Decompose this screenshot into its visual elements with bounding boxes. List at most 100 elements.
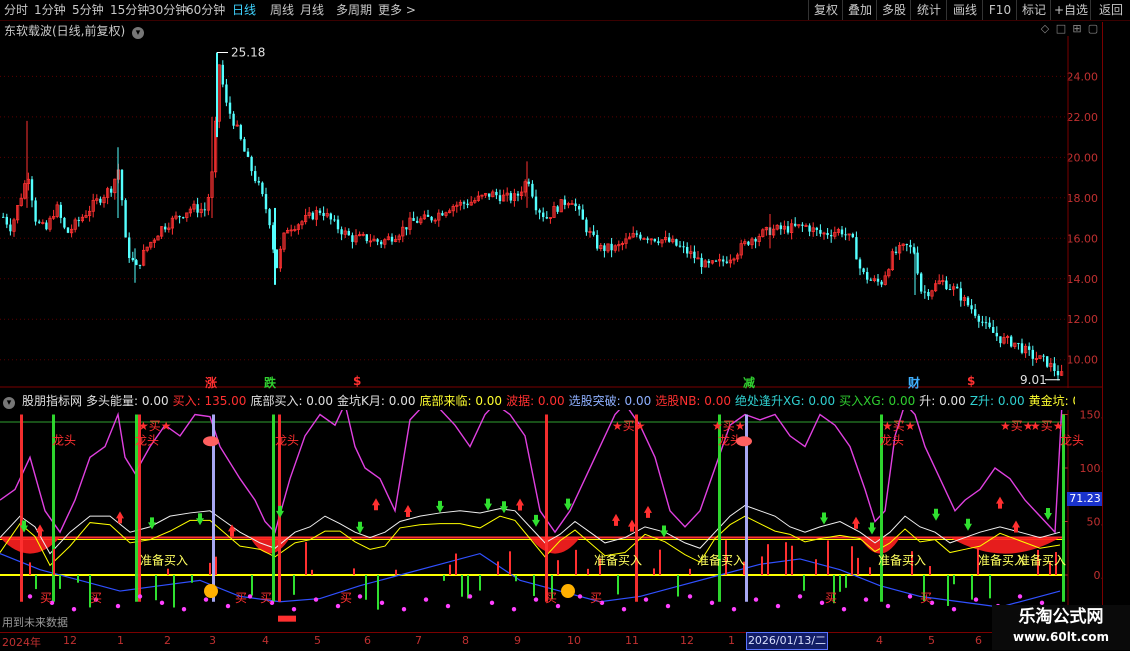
magenta-dot — [379, 600, 385, 606]
indicator-name[interactable]: 股朋指标网 — [22, 394, 82, 408]
magenta-dot — [863, 597, 869, 602]
high-price-label: 25.18 — [231, 46, 265, 60]
candle-body — [261, 182, 264, 195]
right-side-panel[interactable] — [1102, 22, 1130, 632]
ready-buy-label: 准备买入 — [1018, 553, 1066, 567]
volume-bar — [377, 575, 379, 610]
period-tab[interactable]: 5分钟 — [72, 2, 104, 18]
period-tab[interactable]: 60分钟 — [186, 2, 225, 18]
event-marker[interactable]: $ — [967, 374, 975, 388]
dragon-label: 龙头 — [135, 433, 159, 447]
toolbar-button[interactable]: 叠加 — [842, 0, 877, 20]
candle-body — [880, 281, 883, 285]
candle-body — [257, 181, 260, 183]
event-marker[interactable]: 减 — [743, 374, 755, 391]
date-tick: 6 — [364, 634, 371, 647]
volume-bar — [869, 567, 871, 575]
toolbar-button[interactable]: 画线 — [946, 0, 983, 20]
indicator-header: ▾ 股朋指标网 多头能量: 0.00 买入: 135.00 底部买入: 0.00 金坑K月… — [0, 393, 1075, 409]
candle-body — [794, 223, 797, 226]
date-tick: 5 — [314, 634, 321, 647]
toolbar-button[interactable]: +自选 — [1050, 0, 1091, 20]
candle-body — [714, 260, 718, 262]
candle-body — [966, 297, 970, 306]
maximize-icon[interactable]: ▢ — [1086, 22, 1100, 36]
candle-body — [678, 245, 682, 247]
event-marker[interactable]: $ — [353, 374, 361, 388]
period-tab[interactable]: 月线 — [300, 2, 324, 18]
period-tab[interactable]: 分时 — [4, 2, 28, 18]
period-tab[interactable]: 周线 — [270, 2, 294, 18]
candle-body — [441, 213, 444, 216]
candle-body — [254, 171, 257, 182]
indicator-chart[interactable]: 150.00 100.00 50.00 0.00 准备买入 准备买入 准备买入 准备买入 准备买… — [0, 410, 1102, 632]
candle-body — [909, 244, 912, 248]
date-tick: 8 — [462, 634, 469, 647]
volume-bar — [311, 569, 313, 575]
chevron-down-icon[interactable]: ▾ — [3, 397, 15, 409]
candle-body — [178, 215, 181, 218]
period-tab[interactable]: 30分钟 — [148, 2, 187, 18]
star-buy-label: ★买★ — [712, 419, 746, 433]
event-marker[interactable]: 跌 — [264, 374, 276, 391]
toolbar-button[interactable]: 多股 — [876, 0, 911, 20]
event-marker[interactable]: 涨 — [205, 374, 217, 391]
period-tab[interactable]: 更多 > — [378, 2, 416, 18]
period-tab[interactable]: 1分钟 — [34, 2, 66, 18]
period-tab[interactable]: 15分钟 — [110, 2, 149, 18]
volume-bar — [209, 562, 211, 575]
candle-body — [988, 322, 991, 327]
period-tab[interactable]: 日线 — [232, 2, 256, 18]
volume-bar — [533, 575, 535, 596]
window-icon[interactable]: □ — [1054, 22, 1068, 36]
diamond-icon[interactable]: ◇ — [1038, 22, 1052, 36]
y-axis-label: 22.00 — [1067, 111, 1099, 124]
volume-bar — [293, 575, 295, 595]
candle-body — [876, 278, 880, 282]
volume-bar — [947, 575, 949, 606]
toolbar-button[interactable]: 复权 — [808, 0, 843, 20]
volume-bar — [677, 575, 679, 597]
candle-body — [786, 226, 790, 233]
down-arrow — [196, 513, 204, 526]
candle-body — [657, 241, 660, 243]
candle-body — [498, 195, 502, 202]
magenta-dot — [731, 607, 737, 612]
magenta-dot — [467, 594, 473, 599]
magenta-dot — [643, 597, 649, 602]
gem-icon — [203, 436, 219, 447]
volume-bar — [851, 546, 853, 575]
y-axis-label: 14.00 — [1067, 273, 1099, 286]
date-tick: 12 — [680, 634, 694, 647]
y-axis-label: 12.00 — [1067, 313, 1099, 326]
candle-body — [570, 203, 574, 205]
volume-bar — [191, 575, 193, 583]
candle-body — [225, 84, 228, 103]
magenta-dot — [71, 607, 77, 612]
toolbar-button[interactable]: 标记 — [1016, 0, 1051, 20]
period-tab[interactable]: 多周期 — [336, 2, 372, 18]
toolbar-button[interactable]: 统计 — [910, 0, 947, 20]
candle-body — [556, 206, 559, 212]
up-arrow — [36, 524, 44, 537]
y-axis-label: 150.00 — [1080, 410, 1103, 422]
toolbar-button[interactable]: F10 — [982, 0, 1017, 20]
magenta-dot — [973, 597, 979, 602]
candle-body — [412, 218, 415, 221]
candle-body — [426, 214, 430, 217]
event-marker[interactable]: 财 — [908, 374, 920, 391]
indicator-field: 波据: 0.00 — [506, 394, 565, 408]
date-tick: 4 — [876, 634, 883, 647]
magenta-dot — [709, 600, 715, 606]
candlestick-chart[interactable]: 24.00 22.00 20.00 18.00 16.00 14.00 12.00 10.00… — [0, 36, 1102, 388]
candle-body — [311, 212, 314, 220]
indicator-field: 多头能量: 0.00 — [86, 394, 169, 408]
candle-body — [596, 234, 599, 249]
candle-body — [920, 273, 923, 292]
toolbar-button[interactable]: 返回 — [1090, 0, 1130, 20]
buy-label: 买 — [340, 591, 352, 605]
smile-icon — [204, 584, 218, 599]
grid-icon[interactable]: ⊞ — [1070, 22, 1084, 36]
candle-body — [862, 268, 865, 273]
candle-body — [693, 251, 696, 259]
